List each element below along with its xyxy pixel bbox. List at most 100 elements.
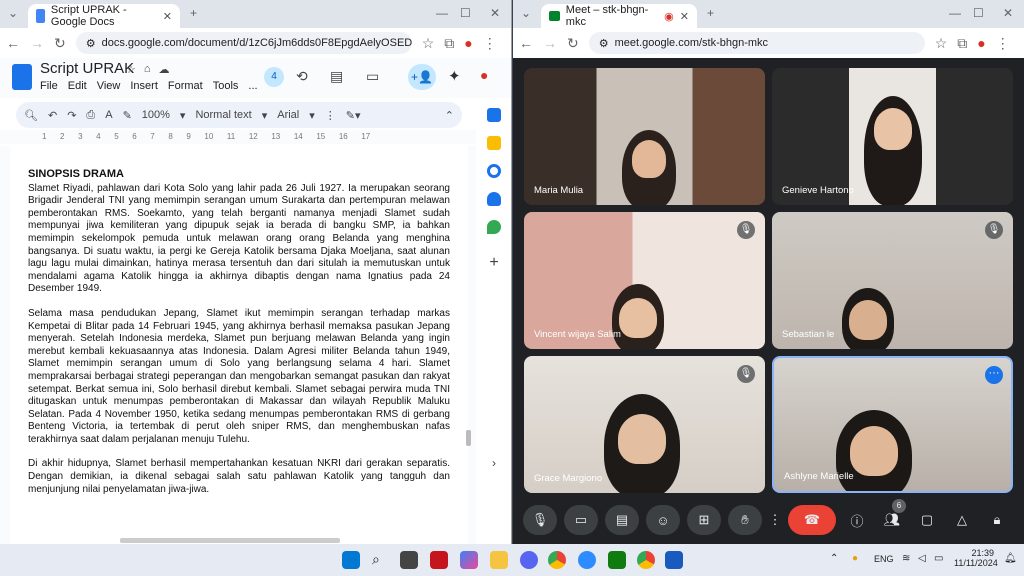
tab-docs[interactable]: Script UPRAK - Google Docs ✕ [28, 4, 180, 28]
minimize-icon[interactable]: — [949, 6, 961, 20]
horizontal-scrollbar[interactable] [120, 538, 340, 543]
chrome-icon-active[interactable] [637, 551, 655, 569]
more-icon[interactable]: ⋮ [325, 109, 336, 122]
tab-meet[interactable]: Meet – stk-bhgn-mkc ◉ ✕ [541, 4, 697, 28]
participant-tile-active[interactable]: ··· Ashlyne Marielle [772, 356, 1013, 493]
style-select[interactable]: Normal text [195, 109, 251, 121]
chevron-right-icon[interactable]: › [492, 456, 496, 470]
forward-icon[interactable]: → [30, 35, 44, 51]
more-options-button[interactable]: ⋮ [769, 505, 782, 535]
vertical-scrollbar[interactable] [466, 430, 471, 446]
menu-more[interactable]: ... [248, 80, 257, 92]
menu-format[interactable]: Format [168, 80, 203, 92]
doc-title[interactable]: Script UPRAK [40, 60, 134, 77]
move-icon[interactable]: ⌂ [144, 63, 151, 76]
collapse-icon[interactable]: ⌃ [445, 109, 454, 122]
tab-search-icon[interactable]: ⌄ [8, 6, 18, 20]
keep-icon[interactable] [487, 136, 501, 150]
reload-icon[interactable]: ↻ [54, 35, 66, 52]
bookmark-icon[interactable]: ☆ [422, 35, 435, 52]
menu-insert[interactable]: Insert [130, 80, 158, 92]
participant-tile[interactable]: 🎙︎ Grace Margiono [524, 356, 765, 493]
copilot-icon[interactable] [460, 551, 478, 569]
more-options-icon[interactable]: ··· [985, 366, 1003, 384]
mic-button[interactable]: 🎙︎ [523, 505, 557, 535]
meet-icon[interactable]: ▭ [366, 68, 379, 85]
back-icon[interactable]: ← [519, 35, 533, 51]
undo-icon[interactable]: ↶ [48, 109, 57, 122]
new-tab-icon[interactable]: + [707, 6, 714, 20]
participant-tile[interactable]: Genieve Hartono [772, 68, 1013, 205]
menu-tools[interactable]: Tools [213, 80, 239, 92]
zoom-icon[interactable] [578, 551, 596, 569]
search-icon[interactable]: ⌕ [372, 551, 390, 569]
bookmark-icon[interactable]: ☆ [935, 35, 948, 52]
menu-edit[interactable]: Edit [68, 80, 87, 92]
file-explorer-icon[interactable] [490, 551, 508, 569]
reactions-button[interactable]: ☺ [646, 505, 680, 535]
zoom-select[interactable]: 100% [142, 109, 170, 121]
menu-file[interactable]: File [40, 80, 58, 92]
document-page[interactable]: SINOPSIS DRAMA Slamet Riyadi, pahlawan d… [10, 146, 468, 544]
close-icon[interactable]: ✕ [163, 10, 172, 23]
comment-count-badge[interactable]: 4 [264, 67, 284, 87]
maximize-icon[interactable]: ☐ [973, 6, 984, 20]
start-icon[interactable] [342, 551, 360, 569]
clock[interactable]: 21:39 11/11/2024 [954, 548, 998, 568]
discord-icon[interactable] [520, 551, 538, 569]
maximize-icon[interactable]: ☐ [460, 6, 471, 20]
docs-logo-icon[interactable] [12, 64, 32, 90]
star-icon[interactable]: ☆ [126, 63, 136, 76]
paint-format-icon[interactable]: ✎ [123, 109, 132, 122]
participant-tile[interactable]: 🎙︎ Sebastian le [772, 212, 1013, 349]
back-icon[interactable]: ← [6, 35, 20, 51]
contacts-icon[interactable] [487, 192, 501, 206]
task-view-icon[interactable] [400, 551, 418, 569]
add-on-icon[interactable]: + [489, 254, 498, 272]
tasks-icon[interactable] [487, 164, 501, 178]
url-field[interactable]: ⚙ meet.google.com/stk-bhgn-mkc [588, 32, 925, 54]
extensions-icon[interactable]: ⧉ [444, 35, 454, 52]
share-button[interactable]: +👤 [408, 64, 436, 90]
account-avatar[interactable]: ● [480, 67, 488, 83]
notification-icon[interactable]: 🔔︎ [1004, 553, 1017, 564]
menu-icon[interactable]: ⋮ [996, 35, 1010, 52]
camera-button[interactable]: ▭ [564, 505, 598, 535]
xbox-icon[interactable] [608, 551, 626, 569]
cloud-status-icon[interactable]: ☁ [159, 63, 170, 76]
forward-icon[interactable]: → [543, 35, 557, 51]
profile-icon[interactable]: ● [464, 35, 472, 51]
search-icon[interactable]: 🔍︎ [24, 109, 38, 122]
maps-icon[interactable] [487, 220, 501, 234]
language-indicator[interactable]: ENG [874, 554, 894, 564]
redo-icon[interactable]: ↷ [67, 109, 76, 122]
spellcheck-icon[interactable]: A [105, 109, 112, 121]
extensions-icon[interactable]: ⧉ [957, 35, 967, 52]
menu-icon[interactable]: ⋮ [483, 35, 497, 52]
people-icon[interactable]: 👥︎ 6 [878, 499, 906, 535]
print-icon[interactable]: ⎙ [86, 109, 95, 122]
present-button[interactable]: ⊞ [687, 505, 721, 535]
font-select[interactable]: Arial [277, 109, 299, 121]
tab-search-icon[interactable]: ⌄ [521, 6, 531, 20]
gemini-icon[interactable]: ✦ [448, 67, 461, 85]
profile-icon[interactable]: ● [977, 35, 985, 51]
chrome-icon[interactable] [548, 551, 566, 569]
window-close-icon[interactable]: ✕ [1003, 6, 1013, 20]
app-icon[interactable] [430, 551, 448, 569]
minimize-icon[interactable]: — [436, 6, 448, 20]
participant-tile[interactable]: Maria Mulia [524, 68, 765, 205]
tray-app-icon[interactable]: ● [852, 553, 858, 564]
info-icon[interactable]: ⓘ [843, 505, 871, 535]
menu-view[interactable]: View [97, 80, 121, 92]
word-icon[interactable] [665, 551, 683, 569]
tray-chevron-icon[interactable]: ⌃ [830, 553, 838, 564]
editing-mode-icon[interactable]: ✎▾ [346, 109, 361, 122]
close-icon[interactable]: ✕ [680, 10, 689, 23]
history-icon[interactable]: ⟲ [296, 68, 308, 85]
reload-icon[interactable]: ↻ [567, 35, 579, 52]
url-field[interactable]: ⚙ docs.google.com/document/d/1zC6jJm6dds… [75, 32, 412, 54]
new-tab-icon[interactable]: + [190, 6, 197, 20]
host-controls-icon[interactable]: 🔒︎ [983, 505, 1011, 535]
battery-icon[interactable]: ▭ [934, 553, 943, 564]
